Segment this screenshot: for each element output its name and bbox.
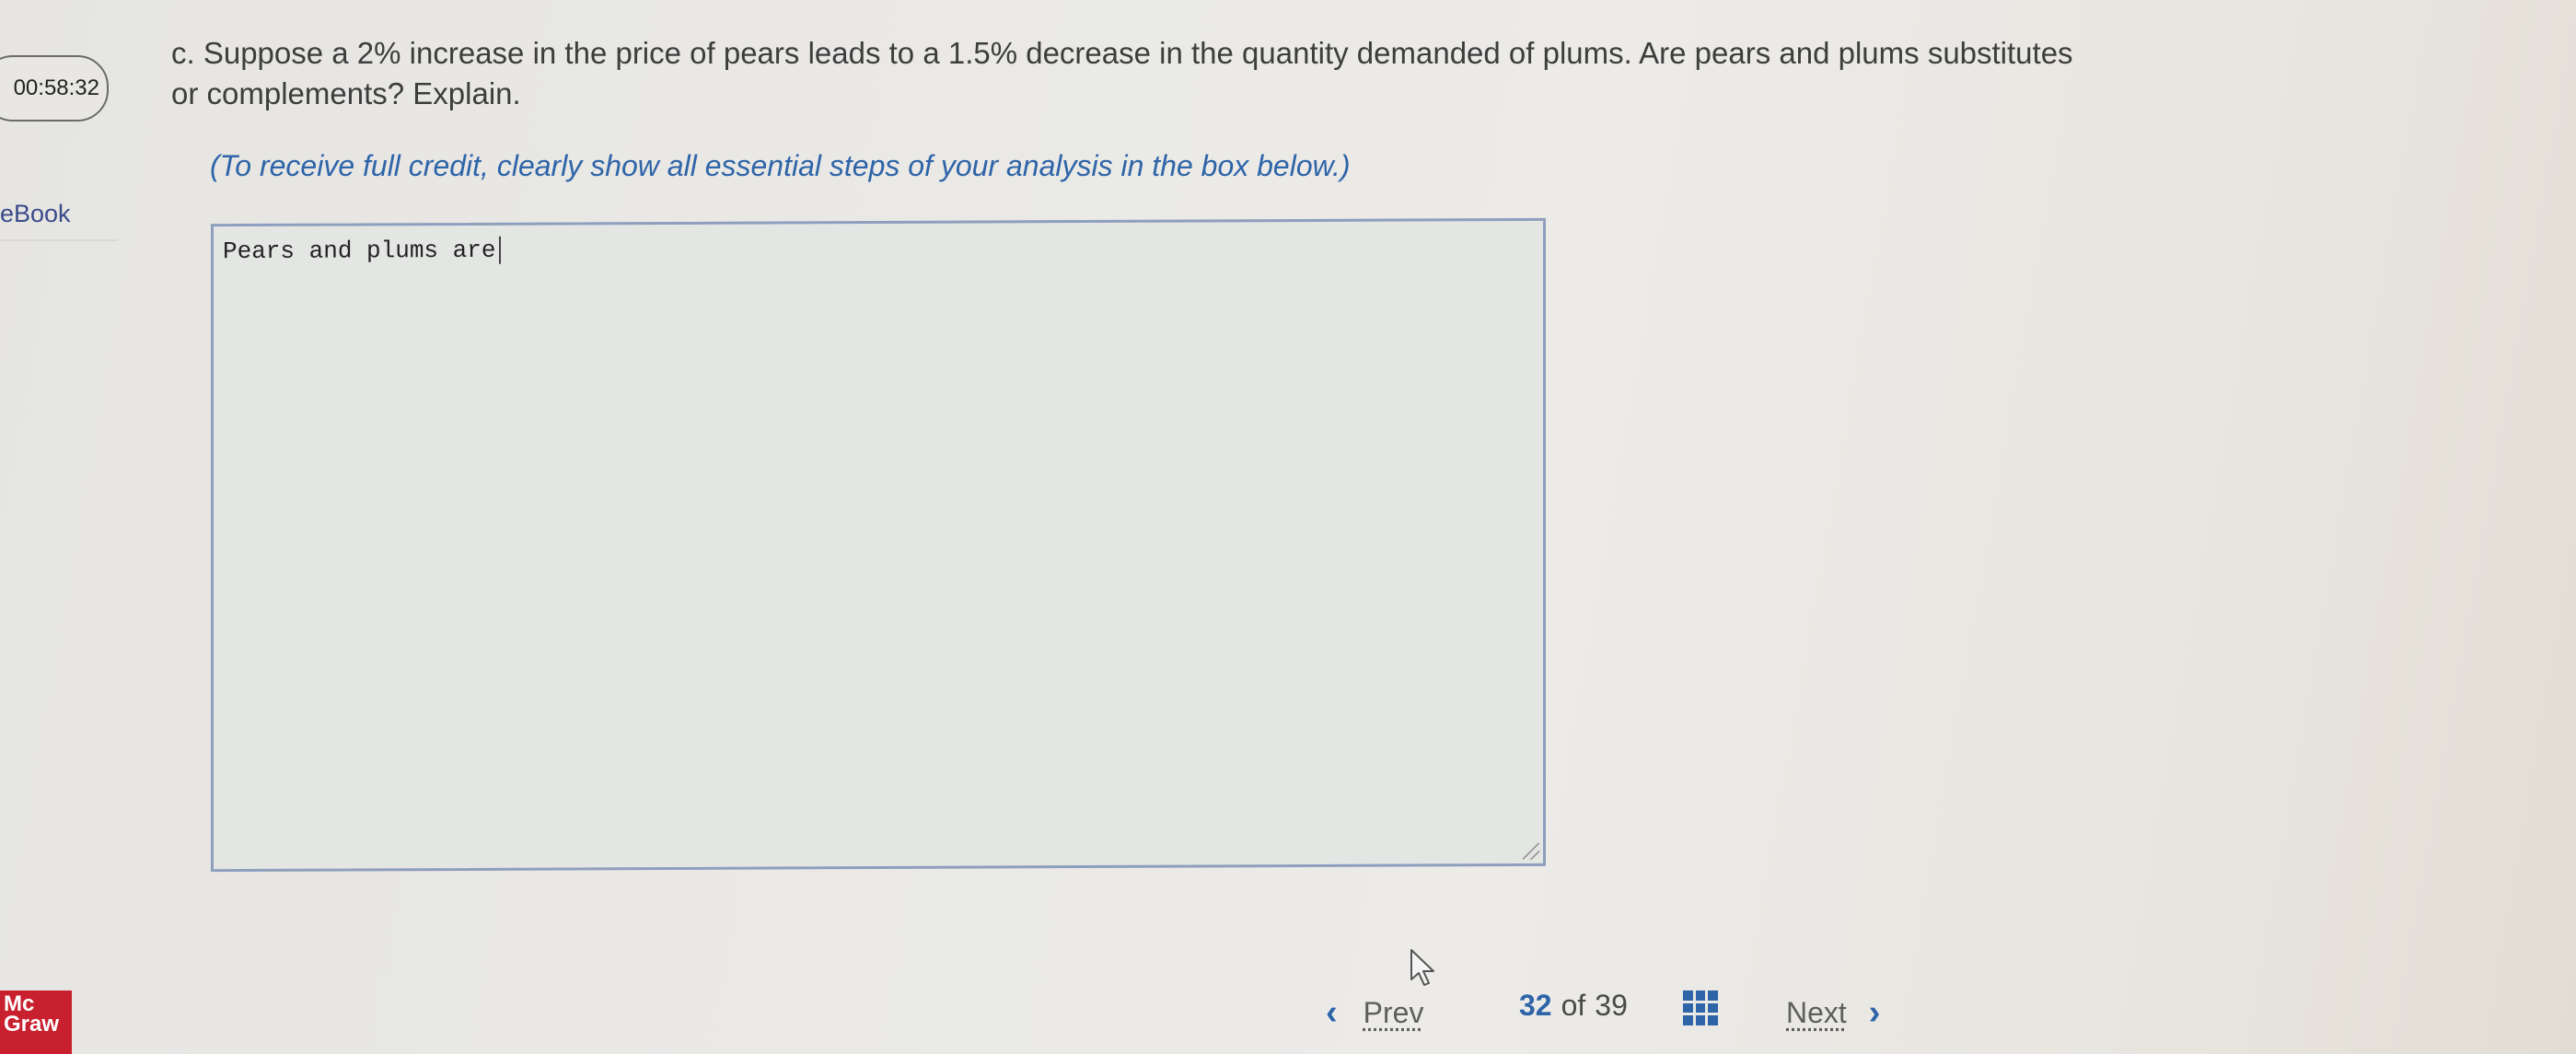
next-button[interactable]: Next › [1786,987,1880,1038]
prev-label: Prev [1363,995,1424,1029]
timer-value: 00:58:32 [13,75,99,100]
grid-cell [1695,1015,1706,1025]
chevron-right-icon: › [1868,992,1881,1032]
grid-cell [1708,1002,1718,1013]
grid-cell [1683,1015,1693,1025]
timer-badge: 00:58:32 [0,55,109,122]
ebook-label: eBook [0,200,71,227]
instruction-text: (To receive full credit, clearly show al… [210,149,1351,182]
answer-value: Pears and plums are [223,236,496,266]
current-page: 32 [1519,989,1552,1022]
page-of-label: of [1561,989,1586,1022]
grid-cell [1695,1002,1706,1013]
grid-cell [1708,990,1718,1001]
question-text: c. Suppose a 2% increase in the price of… [171,36,2073,110]
chevron-left-icon: ‹ [1326,992,1338,1032]
ebook-link[interactable]: eBook [0,195,118,241]
logo-line-2: Graw [4,1012,60,1037]
grid-cell [1683,1002,1693,1013]
question-grid-icon[interactable] [1683,990,1718,1025]
answer-textarea[interactable]: Pears and plums are [211,217,1546,873]
grid-cell [1683,990,1693,1001]
prev-button[interactable]: ‹ Prev [1326,987,1423,1038]
total-pages: 39 [1595,989,1628,1022]
text-caret [499,236,502,264]
grid-cell [1708,1015,1718,1025]
next-label: Next [1786,995,1847,1029]
mcgraw-hill-logo: Mc Graw [0,990,72,1054]
answer-text-content: Pears and plums are [223,236,502,266]
mouse-cursor-icon [1410,949,1434,986]
page-counter: 32 of 39 [1519,989,1628,1023]
resize-handle-icon[interactable] [1523,842,1539,860]
grid-cell [1695,990,1706,1001]
